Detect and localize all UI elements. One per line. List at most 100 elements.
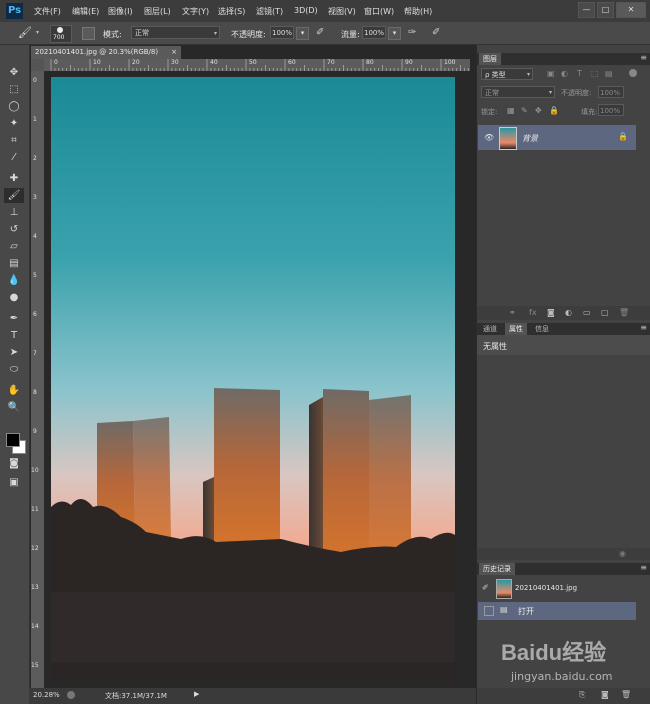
document-tab[interactable]: 20210401401.jpg @ 20.3%(RGB/8) ×	[31, 46, 181, 59]
eraser-tool-icon[interactable]: ▱	[4, 239, 24, 254]
quick-mask-icon[interactable]: ◙	[4, 456, 24, 471]
menu-image[interactable]: 图像(I)	[108, 6, 133, 17]
layer-filter-dropdown[interactable]: ρ 类型 ▾	[481, 68, 533, 80]
status-info-icon[interactable]	[67, 691, 75, 699]
menu-layer[interactable]: 图层(L)	[144, 6, 171, 17]
tab-layers[interactable]: 图层	[479, 53, 501, 65]
history-snapshot[interactable]: ✐ 20210401401.jpg	[478, 577, 636, 599]
panel-menu-icon[interactable]: ≡	[640, 53, 647, 62]
blur-tool-icon[interactable]: 💧	[4, 273, 24, 288]
ellipse-tool-icon[interactable]: ⬭	[4, 362, 24, 377]
properties-footer-icon[interactable]: ◉	[619, 549, 626, 558]
opacity-input[interactable]: 100%	[270, 26, 294, 39]
marquee-tool-icon[interactable]: ⬚	[4, 82, 24, 97]
horizontal-ruler[interactable]: 0 10 20 30 40 50 60 70 80 90 100	[44, 59, 470, 71]
layer-style-icon[interactable]: fx	[529, 308, 537, 317]
menu-3d[interactable]: 3D(D)	[294, 6, 318, 15]
lock-all-icon[interactable]: 🔒	[549, 106, 559, 115]
lock-pixels-icon[interactable]: ✎	[521, 106, 528, 115]
status-menu-arrow-icon[interactable]: ▶	[194, 690, 199, 698]
delete-layer-icon[interactable]: 🗑	[619, 308, 629, 317]
history-checkbox-icon[interactable]	[484, 606, 494, 616]
move-tool-icon[interactable]: ✥	[4, 65, 24, 80]
adjustment-layer-icon[interactable]: ◐	[565, 308, 572, 317]
hand-tool-icon[interactable]: ✋	[4, 383, 24, 398]
menu-filter[interactable]: 滤镜(T)	[256, 6, 283, 17]
tab-channels[interactable]: 通道	[479, 323, 501, 335]
screen-mode-icon[interactable]: ▣	[4, 475, 24, 490]
filter-smart-icon[interactable]: ▤	[605, 69, 613, 78]
menu-window[interactable]: 窗口(W)	[364, 6, 394, 17]
menu-help[interactable]: 帮助(H)	[404, 6, 432, 17]
type-tool-icon[interactable]: T	[4, 328, 24, 343]
panel-menu-icon[interactable]: ≡	[640, 323, 647, 332]
filter-toggle-icon[interactable]	[629, 69, 637, 77]
foreground-color-swatch[interactable]	[6, 433, 20, 447]
visibility-eye-icon[interactable]: 👁	[484, 133, 494, 142]
ruler-origin[interactable]	[31, 59, 44, 71]
delete-state-icon[interactable]: 🗑	[621, 690, 631, 699]
eyedropper-tool-icon[interactable]: ⁄	[4, 150, 24, 165]
clone-stamp-tool-icon[interactable]: ⊥	[4, 205, 24, 220]
layer-name[interactable]: 背景	[522, 133, 538, 144]
blend-mode-dropdown[interactable]: 正常 ▾	[481, 86, 555, 98]
close-tab-icon[interactable]: ×	[171, 46, 177, 59]
healing-brush-tool-icon[interactable]: ✚	[4, 171, 24, 186]
tab-history[interactable]: 历史记录	[479, 563, 515, 575]
lock-position-icon[interactable]: ✥	[535, 106, 542, 115]
brush-tool-icon[interactable]: 🖌	[18, 26, 32, 39]
history-brush-tool-icon[interactable]: ↺	[4, 222, 24, 237]
layer-lock-icon: 🔒	[618, 132, 628, 141]
blend-mode-value: 正常	[485, 89, 499, 97]
vertical-ruler[interactable]: 0 1 2 3 4 5 6 7 8 9 10 11 12 13 14 15	[31, 71, 44, 688]
close-button[interactable]: ✕	[616, 2, 646, 18]
restore-button[interactable]: □	[597, 2, 614, 18]
history-brush-source-icon[interactable]: ✐	[482, 583, 489, 592]
path-selection-tool-icon[interactable]: ➤	[4, 345, 24, 360]
airbrush-icon[interactable]: ✑	[408, 27, 416, 38]
filter-type-icon[interactable]: T	[577, 69, 582, 78]
fill-input[interactable]: 100%	[598, 104, 624, 116]
menu-view[interactable]: 视图(V)	[328, 6, 356, 17]
zoom-tool-icon[interactable]: 🔍	[4, 400, 24, 415]
menu-file[interactable]: 文件(F)	[34, 6, 61, 17]
pen-tool-icon[interactable]: ✒	[4, 311, 24, 326]
chevron-down-icon[interactable]: ▾	[36, 29, 39, 36]
new-layer-icon[interactable]: ▢	[601, 308, 609, 317]
minimize-button[interactable]: —	[578, 2, 595, 18]
opacity-dropdown-arrow[interactable]: ▾	[296, 27, 309, 40]
filter-pixel-icon[interactable]: ▣	[547, 69, 555, 78]
lasso-tool-icon[interactable]: ◯	[4, 99, 24, 114]
filter-shape-icon[interactable]: ⬚	[591, 69, 599, 78]
menu-edit[interactable]: 编辑(E)	[72, 6, 99, 17]
magic-wand-tool-icon[interactable]: ✦	[4, 116, 24, 131]
brush-preset-picker[interactable]: 700	[50, 25, 72, 43]
menu-select[interactable]: 选择(S)	[218, 6, 245, 17]
new-group-icon[interactable]: ▭	[583, 308, 591, 317]
lock-transparency-icon[interactable]: ▦	[507, 106, 515, 115]
tab-info[interactable]: 信息	[531, 323, 553, 335]
flow-input[interactable]: 100%	[362, 26, 386, 39]
crop-tool-icon[interactable]: ⌗	[4, 133, 24, 148]
layer-row-background[interactable]: 👁 背景 🔒	[478, 125, 636, 150]
new-snapshot-icon[interactable]: ◙	[601, 690, 609, 699]
filter-adjust-icon[interactable]: ◐	[561, 69, 568, 78]
panel-menu-icon[interactable]: ≡	[640, 563, 647, 572]
brush-tool-icon[interactable]: 🖌	[4, 188, 24, 203]
menu-type[interactable]: 文字(Y)	[182, 6, 209, 17]
mode-dropdown[interactable]: 正常 ▾	[131, 26, 220, 39]
zoom-level[interactable]: 20.28%	[33, 691, 60, 699]
brush-panel-icon[interactable]	[82, 27, 95, 40]
gradient-tool-icon[interactable]: ▤	[4, 256, 24, 271]
layer-mask-icon[interactable]: ◙	[547, 308, 555, 317]
pressure-size-icon[interactable]: ✐	[432, 27, 440, 38]
history-step[interactable]: ▤ 打开	[478, 602, 636, 620]
link-layers-icon[interactable]: ⚭	[509, 308, 516, 317]
layer-opacity-input[interactable]: 100%	[598, 86, 624, 98]
dodge-tool-icon[interactable]: ●	[4, 290, 24, 305]
pressure-opacity-icon[interactable]: ✐	[316, 27, 324, 38]
new-document-from-state-icon[interactable]: ⎘	[579, 690, 585, 700]
flow-dropdown-arrow[interactable]: ▾	[388, 27, 401, 40]
document-image[interactable]	[51, 77, 455, 682]
tab-properties[interactable]: 属性	[505, 323, 527, 335]
